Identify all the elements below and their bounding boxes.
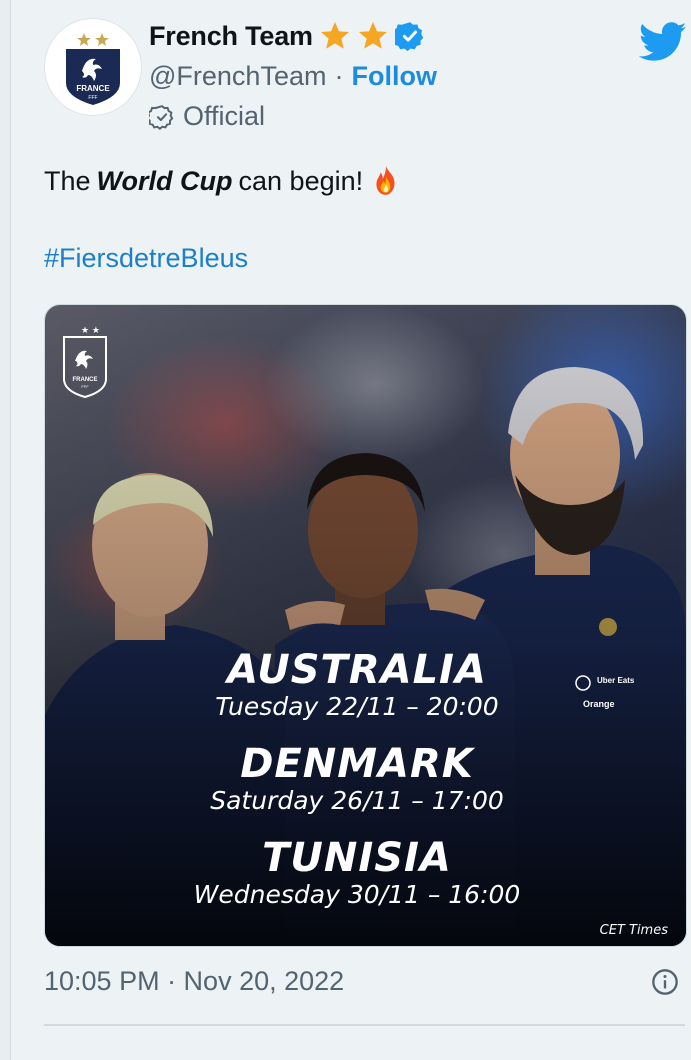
sponsor-2: Orange (583, 699, 615, 709)
svg-text:★ ★: ★ ★ (81, 326, 100, 336)
match-3-opponent: TUNISIA (262, 835, 452, 881)
tweet-card: FRANCE FFF French Team @FrenchTeam · Fol… (10, 0, 691, 1060)
match-1-datetime: Tuesday 22/11 – 20:00 (215, 692, 498, 721)
avatar-crest-text: FRANCE (76, 84, 110, 93)
display-name[interactable]: French Team (149, 21, 313, 52)
verified-badge-icon (394, 22, 424, 51)
match-2-datetime: Saturday 26/11 – 17:00 (210, 786, 504, 815)
official-label-row: Official (149, 101, 265, 132)
tweet-text: The World Cup can begin! (44, 164, 403, 198)
sponsor-1: Uber Eats (597, 676, 635, 685)
star-icon (320, 22, 349, 49)
tweet-text-emphasis: World Cup (96, 165, 233, 196)
handle-row: @FrenchTeam · Follow (149, 61, 437, 92)
info-icon[interactable] (651, 968, 679, 996)
star-icon (358, 22, 387, 49)
tweet-text-after: can begin! (238, 165, 364, 196)
avatar[interactable]: FRANCE FFF (44, 18, 142, 116)
tweet-text-before: The (44, 165, 91, 196)
match-schedule-poster: ★ ★ FRANCE FFF Uber Eats Orange AUSTRALI… (45, 305, 686, 946)
hashtag-link[interactable]: #FiersdetreBleus (44, 243, 248, 274)
name-row: French Team (149, 20, 425, 52)
official-badge-icon (149, 104, 174, 130)
tweet-timestamp[interactable]: 10:05 PM · Nov 20, 2022 (44, 966, 344, 997)
separator-dot: · (334, 61, 344, 91)
poster-badge-subtext: FFF (81, 384, 89, 389)
twitter-bird-icon[interactable] (639, 22, 687, 62)
poster-footnote: CET Times (600, 923, 669, 938)
avatar-crest-subtext: FFF (88, 95, 97, 101)
follow-button[interactable]: Follow (351, 61, 436, 92)
official-label: Official (183, 101, 266, 131)
match-2-opponent: DENMARK (240, 741, 476, 787)
divider (44, 1024, 685, 1026)
fire-emoji-icon (376, 166, 395, 195)
tweet-media-image[interactable]: ★ ★ FRANCE FFF Uber Eats Orange AUSTRALI… (44, 304, 687, 947)
poster-badge-text: FRANCE (73, 377, 98, 383)
match-1-opponent: AUSTRALIA (224, 647, 487, 693)
fff-crest-icon: FRANCE FFF (66, 33, 120, 105)
user-handle[interactable]: @FrenchTeam (149, 61, 326, 92)
match-3-datetime: Wednesday 30/11 – 16:00 (194, 880, 521, 909)
